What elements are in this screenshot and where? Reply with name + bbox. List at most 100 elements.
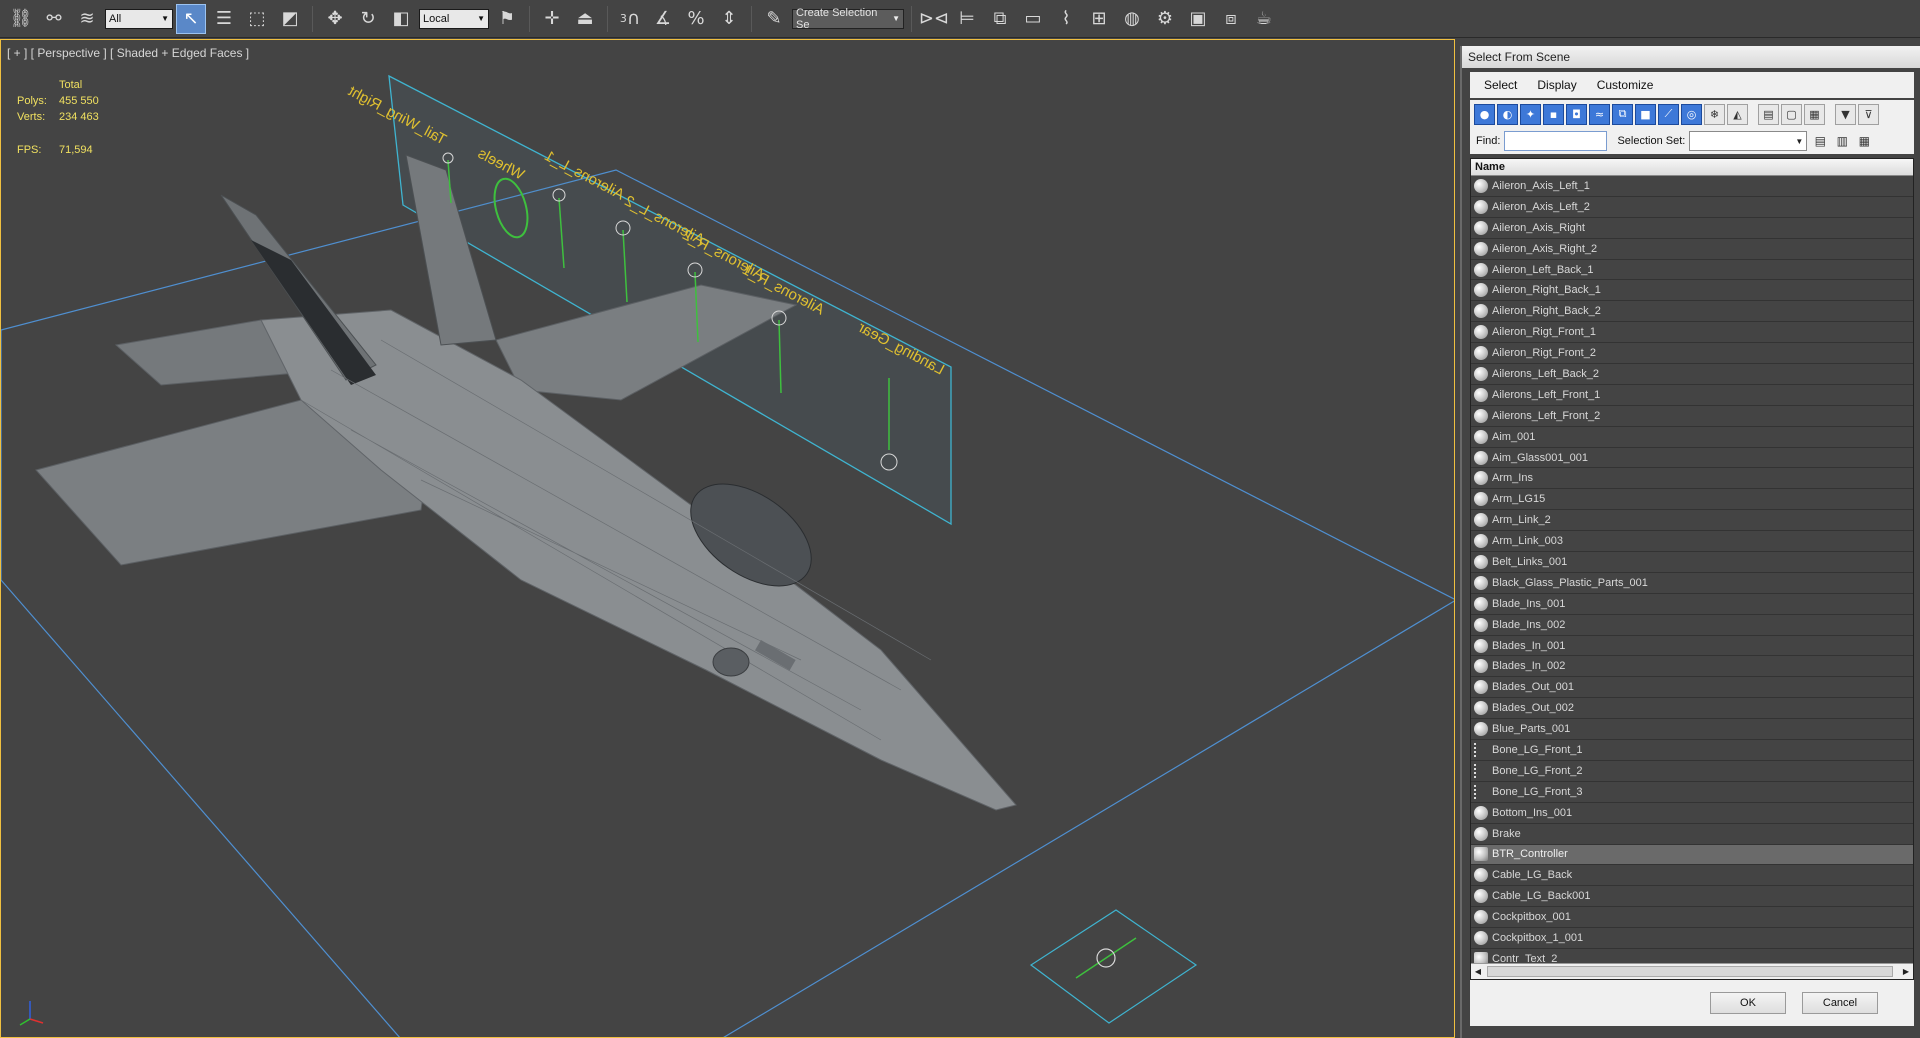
- snap-toggle-icon[interactable]: 3 ∩: [615, 4, 645, 34]
- list-item[interactable]: Blades_Out_002: [1471, 698, 1913, 720]
- list-item[interactable]: Cockpitbox_001: [1471, 907, 1913, 929]
- xrefs-filter-icon[interactable]: ■: [1635, 103, 1656, 125]
- horizontal-scrollbar[interactable]: ◀ ▶: [1471, 963, 1913, 979]
- lights-filter-icon[interactable]: ✦: [1520, 103, 1541, 125]
- containers-filter-icon[interactable]: ◎: [1681, 103, 1702, 125]
- perspective-viewport[interactable]: Tail_Wing_Right Wheels Ailerons_L_1 Aile…: [0, 39, 1455, 1038]
- list-item[interactable]: Aileron_Right_Back_1: [1471, 280, 1913, 302]
- select-by-name-icon[interactable]: ☰: [209, 4, 239, 34]
- list-item[interactable]: Arm_Ins: [1471, 468, 1913, 490]
- list-item[interactable]: Blade_Ins_002: [1471, 614, 1913, 636]
- list-item[interactable]: Black_Glass_Plastic_Parts_001: [1471, 572, 1913, 594]
- scrollbar-thumb[interactable]: [1487, 966, 1893, 977]
- selection-set-dropdown[interactable]: ▼: [1689, 131, 1808, 151]
- list-item[interactable]: Bone_LG_Front_2: [1471, 760, 1913, 782]
- list-item[interactable]: Cable_LG_Back: [1471, 865, 1913, 887]
- ribbon-toggle-icon[interactable]: ▭: [1018, 4, 1048, 34]
- ok-button[interactable]: OK: [1710, 992, 1786, 1014]
- render-icon[interactable]: ⧈: [1216, 4, 1246, 34]
- list-item[interactable]: Blades_In_001: [1471, 635, 1913, 657]
- helpers-filter-icon[interactable]: ◘: [1566, 103, 1587, 125]
- display-all-icon[interactable]: ▤: [1758, 103, 1779, 125]
- unlink-icon[interactable]: ⚯: [39, 4, 69, 34]
- align-icon[interactable]: ⊨: [952, 4, 982, 34]
- scene-object-list[interactable]: Name Aileron_Axis_Left_1 Aileron_Axis_Lef…: [1470, 158, 1914, 980]
- select-none-icon[interactable]: ▥: [1833, 132, 1851, 150]
- list-item[interactable]: Ailerons_Left_Front_2: [1471, 405, 1913, 427]
- list-item[interactable]: Arm_LG15: [1471, 489, 1913, 511]
- render-setup-icon[interactable]: ⚙: [1150, 4, 1180, 34]
- named-selection-set-dropdown[interactable]: Create Selection Se ▼: [792, 7, 904, 31]
- schematic-view-icon[interactable]: ⊞: [1084, 4, 1114, 34]
- list-item[interactable]: Aileron_Axis_Left_2: [1471, 196, 1913, 218]
- list-item[interactable]: Arm_Link_2: [1471, 510, 1913, 532]
- viewport-label[interactable]: [ + ] [ Perspective ] [ Shaded + Edged F…: [7, 46, 249, 60]
- link-icon[interactable]: ⛓: [6, 4, 36, 34]
- window-crossing-icon[interactable]: ◩: [275, 4, 305, 34]
- pivot-center-icon[interactable]: ⚑: [492, 4, 522, 34]
- menu-display[interactable]: Display: [1537, 78, 1576, 92]
- hidden-filter-icon[interactable]: ◭: [1727, 103, 1748, 125]
- selection-filter-dropdown[interactable]: All ▼: [105, 8, 173, 29]
- angle-snap-icon[interactable]: ∡: [648, 4, 678, 34]
- layer-icon[interactable]: ⧉: [985, 4, 1015, 34]
- bones-filter-icon[interactable]: ⟋: [1658, 103, 1679, 125]
- list-item[interactable]: Belt_Links_001: [1471, 552, 1913, 573]
- mirror-icon[interactable]: ⊳⊲: [919, 4, 949, 34]
- list-item[interactable]: Aileron_Axis_Left_1: [1471, 176, 1913, 197]
- reference-coord-dropdown[interactable]: Local ▼: [419, 8, 489, 29]
- list-item[interactable]: Blades_In_002: [1471, 656, 1913, 678]
- list-item[interactable]: Ailerons_Left_Back_2: [1471, 364, 1913, 385]
- find-input[interactable]: [1504, 131, 1608, 151]
- keyboard-shortcut-icon[interactable]: ⏏: [570, 4, 600, 34]
- rect-selection-icon[interactable]: ⬚: [242, 4, 272, 34]
- list-item[interactable]: Aileron_Left_Back_1: [1471, 259, 1913, 281]
- geometry-filter-icon[interactable]: ●: [1474, 103, 1495, 125]
- percent-snap-icon[interactable]: %: [681, 4, 711, 34]
- list-item[interactable]: Aileron_Axis_Right_2: [1471, 238, 1913, 260]
- list-item[interactable]: Blades_Out_001: [1471, 677, 1913, 699]
- list-item[interactable]: Aileron_Rigt_Front_2: [1471, 343, 1913, 365]
- scroll-right-icon[interactable]: ▶: [1899, 967, 1913, 976]
- select-all-icon[interactable]: ▤: [1811, 132, 1829, 150]
- cancel-button[interactable]: Cancel: [1802, 992, 1878, 1014]
- select-icon[interactable]: ↖: [176, 3, 206, 34]
- dialog-title-bar[interactable]: Select From Scene: [1462, 46, 1920, 68]
- bind-space-warp-icon[interactable]: ≋: [72, 4, 102, 34]
- column-header-name[interactable]: Name: [1471, 159, 1913, 176]
- spinner-snap-icon[interactable]: ⇕: [714, 4, 744, 34]
- list-item[interactable]: Aileron_Axis_Right: [1471, 217, 1913, 239]
- list-item[interactable]: Aim_Glass001_001: [1471, 447, 1913, 469]
- edit-named-selection-icon[interactable]: ✎: [759, 4, 789, 34]
- list-item[interactable]: Ailerons_Left_Front_1: [1471, 384, 1913, 406]
- list-item[interactable]: Aim_001: [1471, 426, 1913, 448]
- display-none-icon[interactable]: ▢: [1781, 103, 1802, 125]
- list-item[interactable]: Cockpitbox_1_001: [1471, 928, 1913, 949]
- shapes-filter-icon[interactable]: ◐: [1497, 103, 1518, 125]
- groups-filter-icon[interactable]: ⧉: [1612, 103, 1633, 125]
- move-icon[interactable]: ✥: [320, 4, 350, 34]
- list-item[interactable]: Blade_Ins_001: [1471, 593, 1913, 615]
- list-item[interactable]: Arm_Link_003: [1471, 531, 1913, 553]
- filter-icon[interactable]: ▼: [1835, 103, 1856, 125]
- filter-options-icon[interactable]: ⊽: [1858, 103, 1879, 125]
- select-manipulate-icon[interactable]: ✛: [537, 4, 567, 34]
- curve-editor-icon[interactable]: ⌇: [1051, 4, 1081, 34]
- display-invert-icon[interactable]: ▦: [1804, 103, 1825, 125]
- list-item[interactable]: Bone_LG_Front_1: [1471, 740, 1913, 761]
- frozen-filter-icon[interactable]: ❄: [1704, 103, 1725, 125]
- cameras-filter-icon[interactable]: ▪: [1543, 103, 1564, 125]
- list-item[interactable]: Brake: [1471, 823, 1913, 845]
- menu-select[interactable]: Select: [1484, 78, 1517, 92]
- rendered-frame-icon[interactable]: ▣: [1183, 4, 1213, 34]
- select-invert-icon[interactable]: ▦: [1855, 132, 1873, 150]
- menu-customize[interactable]: Customize: [1597, 78, 1654, 92]
- rotate-icon[interactable]: ↻: [353, 4, 383, 34]
- scroll-left-icon[interactable]: ◀: [1471, 967, 1485, 976]
- list-item[interactable]: Aileron_Rigt_Front_1: [1471, 322, 1913, 344]
- list-item[interactable]: Aileron_Right_Back_2: [1471, 301, 1913, 323]
- list-item[interactable]: Bone_LG_Front_3: [1471, 781, 1913, 803]
- list-item[interactable]: BTR_Controller: [1471, 844, 1913, 866]
- list-item[interactable]: Blue_Parts_001: [1471, 719, 1913, 741]
- spacewarps-filter-icon[interactable]: ≈: [1589, 103, 1610, 125]
